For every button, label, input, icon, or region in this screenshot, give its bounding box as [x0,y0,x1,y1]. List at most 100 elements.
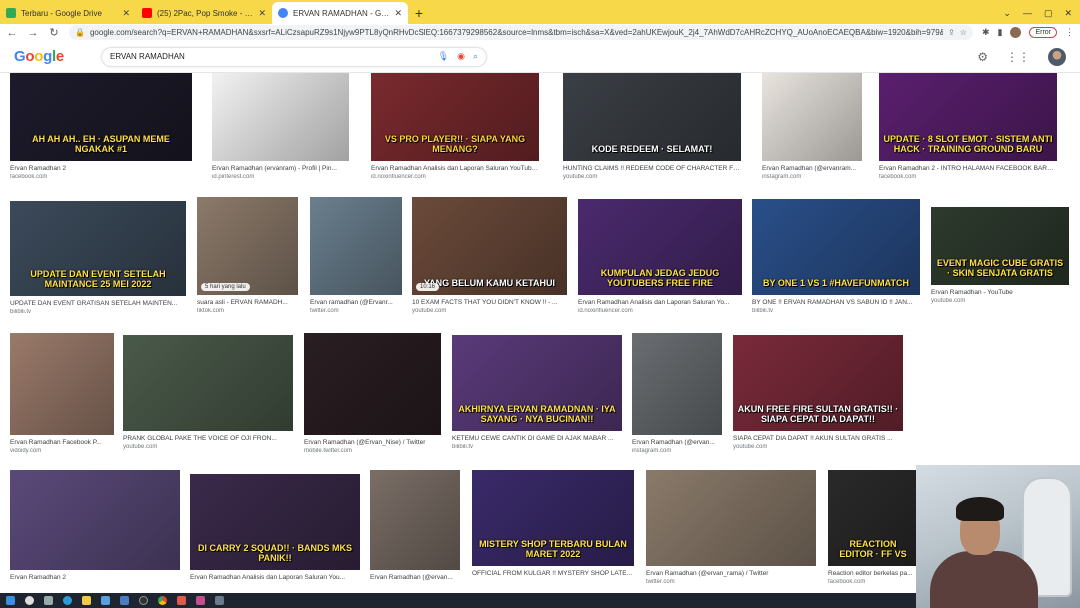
result-caption[interactable]: PRANK GLOBAL PAKE THE VOICE OF OJI FRON.… [123,435,293,442]
image-result[interactable]: AKHIRNYA ERVAN RAMADNAN · IYA SAYANG · N… [452,335,622,450]
share-icon[interactable]: ⇪ [948,28,955,37]
result-thumbnail[interactable]: EVENT MAGIC CUBE GRATIS · SKIN SENJATA G… [931,207,1069,285]
maximize-icon[interactable]: ▢ [1044,8,1053,19]
result-thumbnail[interactable] [10,333,114,435]
tab-youtube[interactable]: (25) 2Pac, Pop Smoke - Write Th ✕ [136,2,272,24]
result-caption[interactable]: Ervan Ramadhan (@ervan... [370,574,460,581]
account-avatar[interactable] [1048,47,1066,66]
result-caption[interactable]: HUNTING CLAIMS !! REDEEM CODE OF CHARACT… [563,165,741,172]
result-caption[interactable]: BY ONE !! ERVAN RAMADHAN VS SABUN ID !! … [752,299,920,306]
address-bar[interactable]: 🔒 google.com/search?q=ERVAN+RAMADHAN&sxs… [69,25,973,40]
folder-icon[interactable] [82,596,91,605]
image-result[interactable]: Ervan ramadhan (@Ervanr... twitter.com [310,197,402,314]
image-result[interactable]: MISTERY SHOP TERBARU BULAN MARET 2022 OFF… [472,470,634,579]
result-caption[interactable]: Ervan Ramadhan (@ervan... [632,439,722,446]
image-result[interactable]: 5 hari yang lalu suara asli - ERVAN RAMAD… [197,197,298,314]
app-icon[interactable] [215,596,224,605]
result-thumbnail[interactable]: YANG BELUM KAMU KETAHUI 10:16 [412,197,567,295]
sidebar-icon[interactable]: ▮ [997,27,1002,38]
result-thumbnail[interactable] [762,73,862,161]
result-thumbnail[interactable]: AKUN FREE FIRE SULTAN GRATIS!! · SIAPA C… [733,335,903,431]
result-thumbnail[interactable]: UPDATE DAN EVENT SETELAH MAINTANCE 25 ME… [10,201,186,296]
search-taskbar-icon[interactable] [25,596,34,605]
result-caption[interactable]: Ervan ramadhan (@Ervanr... [310,299,402,306]
image-result[interactable]: Ervan Ramadhan 2 [10,470,180,583]
result-thumbnail[interactable] [304,333,441,435]
mail-icon[interactable] [120,596,129,605]
result-caption[interactable]: Reaction editor berkelas pa... [828,570,918,577]
app-icon[interactable] [177,596,186,605]
result-thumbnail[interactable] [370,470,460,570]
close-window-icon[interactable]: ✕ [1064,8,1072,19]
search-box[interactable]: ERVAN RAMADHAN 🎙 ◉ ⌕ [102,47,486,66]
image-result[interactable]: Ervan Ramadhan (@ervanram... instagram.co… [762,73,862,180]
close-icon[interactable]: ✕ [394,8,402,19]
result-thumbnail[interactable]: REACTION EDITOR · FF VS [828,470,918,566]
result-caption[interactable]: Ervan Ramadhan Analisis dan Laporan Salu… [190,574,360,581]
store-icon[interactable] [101,596,110,605]
image-result[interactable]: Ervan Ramadhan (ervanram) - Profil | Pin… [212,73,349,180]
apps-icon[interactable]: ⋮⋮ [1006,50,1030,64]
result-thumbnail[interactable] [123,335,293,431]
close-icon[interactable]: ✕ [258,8,266,19]
chevron-down-icon[interactable]: ⌄ [1003,8,1011,19]
result-thumbnail[interactable]: MISTERY SHOP TERBARU BULAN MARET 2022 [472,470,634,566]
close-icon[interactable]: ✕ [122,8,130,19]
image-result[interactable]: VS PRO PLAYER!! · SIAPA YANG MENANG? Erva… [371,73,539,180]
result-thumbnail[interactable]: UPDATE · 8 SLOT EMOT · SISTEM ANTI HACK … [879,73,1057,161]
result-caption[interactable]: Ervan Ramadhan 2 [10,574,180,581]
image-result[interactable]: REACTION EDITOR · FF VS Reaction editor b… [828,470,918,585]
result-thumbnail[interactable]: KUMPULAN JEDAG JEDUG YOUTUBERS FREE FIRE [578,199,742,295]
image-result[interactable]: KUMPULAN JEDAG JEDUG YOUTUBERS FREE FIRE… [578,199,742,314]
result-thumbnail[interactable] [646,470,816,566]
image-result[interactable]: Ervan Ramadhan (@ervan... instagram.com [632,333,722,454]
image-result[interactable]: Ervan Ramadhan (@ervan_rama) / Twitter tw… [646,470,816,585]
result-thumbnail[interactable]: AH AH AH.. EH · ASUPAN MEME NGAKAK #1 [10,73,192,161]
result-caption[interactable]: Ervan Ramadhan (ervanram) - Profil | Pin… [212,165,349,172]
edge-icon[interactable] [63,596,72,605]
profile-avatar[interactable] [1010,27,1022,38]
image-result[interactable]: Ervan Ramadhan (@ervan... [370,470,460,583]
forward-icon[interactable]: → [27,27,39,39]
result-caption[interactable]: Ervan Ramadhan Analisis dan Laporan Salu… [371,165,539,172]
result-caption[interactable]: Ervan Ramadhan (@ervan_rama) / Twitter [646,570,816,577]
result-thumbnail[interactable]: BY ONE 1 VS 1 #HAVEFUNMATCH [752,199,920,295]
image-result[interactable]: Ervan Ramadhan (@Ervan_Nise) / Twitter mo… [304,333,441,454]
image-result[interactable]: AH AH AH.. EH · ASUPAN MEME NGAKAK #1 Erv… [10,73,192,180]
image-result[interactable]: Ervan Ramadhan Facebook P... vidoidy.com [10,333,114,454]
image-result[interactable]: UPDATE · 8 SLOT EMOT · SISTEM ANTI HACK … [879,73,1057,180]
new-tab-button[interactable]: + [408,2,430,24]
result-caption[interactable]: Ervan Ramadhan (@ervanram... [762,165,862,172]
result-caption[interactable]: Ervan Ramadhan Analisis dan Laporan Salu… [578,299,742,306]
google-logo[interactable]: Google [14,48,102,65]
image-result[interactable]: EVENT MAGIC CUBE GRATIS · SKIN SENJATA G… [931,207,1069,304]
result-thumbnail[interactable]: 5 hari yang lalu [197,197,298,295]
back-icon[interactable]: ← [6,27,18,39]
image-result[interactable]: AKUN FREE FIRE SULTAN GRATIS!! · SIAPA C… [733,335,903,450]
tab-google-drive[interactable]: Terbaru - Google Drive ✕ [0,2,136,24]
result-caption[interactable]: Ervan Ramadhan (@Ervan_Nise) / Twitter [304,439,441,446]
image-result[interactable]: BY ONE 1 VS 1 #HAVEFUNMATCH BY ONE !! ERV… [752,199,920,314]
result-caption[interactable]: suara asli - ERVAN RAMADH... [197,299,298,306]
image-result[interactable]: DI CARRY 2 SQUAD!! · BANDS MKS PANIK!! Er… [190,474,360,583]
result-thumbnail[interactable] [212,73,349,161]
search-icon[interactable]: ⌕ [473,51,478,62]
image-result[interactable]: KODE REDEEM · SELAMAT! HUNTING CLAIMS !! … [563,73,741,180]
error-button[interactable]: Error [1029,27,1057,38]
image-result[interactable]: PRANK GLOBAL PAKE THE VOICE OF OJI FRON.… [123,335,293,450]
extensions-icon[interactable]: ✱ [982,27,990,38]
chrome-icon[interactable] [158,596,167,605]
minimize-icon[interactable]: — [1023,8,1032,18]
result-thumbnail[interactable]: DI CARRY 2 SQUAD!! · BANDS MKS PANIK!! [190,474,360,570]
image-result[interactable]: YANG BELUM KAMU KETAHUI 10:16 10 EXAM FACT… [412,197,567,314]
result-thumbnail[interactable]: AKHIRNYA ERVAN RAMADNAN · IYA SAYANG · N… [452,335,622,431]
result-thumbnail[interactable]: VS PRO PLAYER!! · SIAPA YANG MENANG? [371,73,539,161]
result-thumbnail[interactable] [10,470,180,570]
reload-icon[interactable]: ↻ [48,26,60,39]
result-caption[interactable]: Ervan Ramadhan Facebook P... [10,439,114,446]
result-thumbnail[interactable] [310,197,402,295]
result-caption[interactable]: Ervan Ramadhan 2 [10,165,192,172]
star-icon[interactable]: ☆ [960,28,967,37]
result-caption[interactable]: KETEMU CEWE CANTIK DI GAME DI AJAK MABAR… [452,435,622,442]
tab-google-images[interactable]: ERVAN RAMADHAN - Google Pe ✕ [272,2,408,24]
